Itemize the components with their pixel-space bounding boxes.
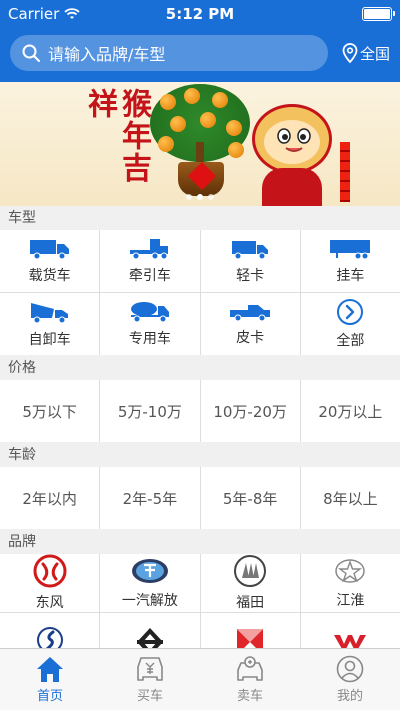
location-pin-icon <box>342 43 358 63</box>
banner-dot-active[interactable] <box>197 194 203 200</box>
vehicle-type-cargo[interactable]: 载货车 <box>0 230 100 292</box>
vehicle-type-grid: 载货车 牵引车 轻卡 挂车 自卸车 专用车 皮卡 全部 <box>0 230 400 355</box>
dump-truck-icon <box>30 303 68 324</box>
orange-icon <box>200 112 216 128</box>
location-selector[interactable]: 全国 <box>342 43 390 64</box>
header: Carrier 5:12 PM 请输入品牌/车型 全国 <box>0 0 400 82</box>
banner-title: 猴年吉祥 <box>82 88 151 184</box>
section-title-price: 价格 <box>0 356 400 380</box>
vehicle-type-label: 挂车 <box>336 268 365 284</box>
orange-icon <box>226 120 242 136</box>
price-option[interactable]: 5万以下 <box>0 380 100 442</box>
tractor-truck-icon <box>129 239 168 260</box>
banner-dot[interactable] <box>186 194 192 200</box>
tab-label: 卖车 <box>236 689 263 704</box>
price-option[interactable]: 10万-20万 <box>200 380 300 442</box>
vehicle-type-label: 皮卡 <box>236 330 265 346</box>
vehicle-type-dump[interactable]: 自卸车 <box>0 293 100 355</box>
app-root: Carrier 5:12 PM 请输入品牌/车型 全国 猴年吉祥 车型 载货车 … <box>0 0 400 710</box>
tab-buy[interactable]: 买车 <box>100 649 200 710</box>
location-label: 全国 <box>359 44 390 63</box>
vehicle-type-label: 载货车 <box>28 268 71 284</box>
section-title-vehicle-type: 车型 <box>0 206 400 230</box>
price-option[interactable]: 5万-10万 <box>100 380 200 442</box>
section-title-brand: 品牌 <box>0 530 400 554</box>
buy-car-icon <box>137 657 163 681</box>
wifi-icon <box>64 8 80 19</box>
brand-foton[interactable]: 福田 <box>200 554 300 612</box>
brand-faw[interactable]: 一汽解放 <box>100 554 200 612</box>
brand-label: 一汽解放 <box>121 593 178 609</box>
vehicle-type-label: 专用车 <box>128 331 171 347</box>
vehicle-type-light[interactable]: 轻卡 <box>200 230 300 292</box>
monkey-features-icon <box>277 128 311 152</box>
carrier: Carrier <box>8 5 80 23</box>
tab-home[interactable]: 首页 <box>0 649 100 710</box>
orange-icon <box>170 116 186 132</box>
vehicle-type-trailer[interactable]: 挂车 <box>300 230 400 292</box>
vehicle-type-label: 自卸车 <box>28 332 71 348</box>
search-icon <box>22 44 40 62</box>
cargo-truck-icon <box>29 240 69 260</box>
special-truck-icon <box>130 302 169 323</box>
dongfeng-logo-icon <box>33 554 67 588</box>
tab-profile[interactable]: 我的 <box>300 649 400 710</box>
sell-car-icon <box>237 656 263 681</box>
tab-sell[interactable]: 卖车 <box>200 649 300 710</box>
monkey-body <box>262 168 322 206</box>
orange-icon <box>228 142 244 158</box>
orange-icon <box>212 92 228 108</box>
brand-label: 东风 <box>35 595 64 611</box>
promo-banner[interactable]: 猴年吉祥 <box>0 82 400 206</box>
status-bar: Carrier 5:12 PM <box>0 0 400 28</box>
vehicle-type-special[interactable]: 专用车 <box>100 293 200 355</box>
foton-logo-icon <box>234 555 267 587</box>
age-option[interactable]: 8年以上 <box>300 467 400 529</box>
vehicle-type-all[interactable]: 全部 <box>300 293 400 355</box>
home-icon <box>37 657 63 682</box>
age-option[interactable]: 2年-5年 <box>100 467 200 529</box>
vehicle-type-label: 轻卡 <box>236 268 265 284</box>
age-grid: 2年以内 2年-5年 5年-8年 8年以上 <box>0 467 400 529</box>
tab-label: 我的 <box>336 689 363 704</box>
vehicle-type-pickup[interactable]: 皮卡 <box>200 293 300 355</box>
price-option[interactable]: 20万以上 <box>300 380 400 442</box>
battery-icon <box>362 7 395 21</box>
brand-label: 江淮 <box>336 593 365 609</box>
age-option[interactable]: 5年-8年 <box>200 467 300 529</box>
search-input[interactable]: 请输入品牌/车型 <box>10 35 328 71</box>
orange-icon <box>160 94 176 110</box>
tab-label: 买车 <box>136 689 163 704</box>
banner-pagination <box>186 194 214 200</box>
vehicle-type-label: 全部 <box>336 333 365 349</box>
profile-icon <box>336 655 364 683</box>
light-truck-icon <box>232 241 269 260</box>
vehicle-type-label: 牵引车 <box>128 268 171 284</box>
banner-dot[interactable] <box>208 194 214 200</box>
age-option[interactable]: 2年以内 <box>0 467 100 529</box>
arrow-right-circle-icon <box>337 299 364 325</box>
faw-jiefang-logo-icon <box>131 559 168 583</box>
tab-label: 首页 <box>36 689 63 704</box>
pickup-icon <box>230 305 271 322</box>
brand-label: 福田 <box>236 595 265 611</box>
jac-logo-icon <box>335 559 366 583</box>
orange-icon <box>184 88 200 104</box>
orange-icon <box>158 136 174 152</box>
brand-jac[interactable]: 江淮 <box>300 554 400 612</box>
price-grid: 5万以下 5万-10万 10万-20万 20万以上 <box>0 380 400 442</box>
tab-bar: 首页 买车 卖车 我的 <box>0 648 400 710</box>
brand-dongfeng[interactable]: 东风 <box>0 554 100 612</box>
vehicle-type-tractor[interactable]: 牵引车 <box>100 230 200 292</box>
firecracker-icon <box>340 142 350 202</box>
section-title-age: 车龄 <box>0 443 400 467</box>
trailer-icon <box>330 240 371 260</box>
carrier-label: Carrier <box>8 5 60 23</box>
search-placeholder: 请输入品牌/车型 <box>48 45 166 64</box>
